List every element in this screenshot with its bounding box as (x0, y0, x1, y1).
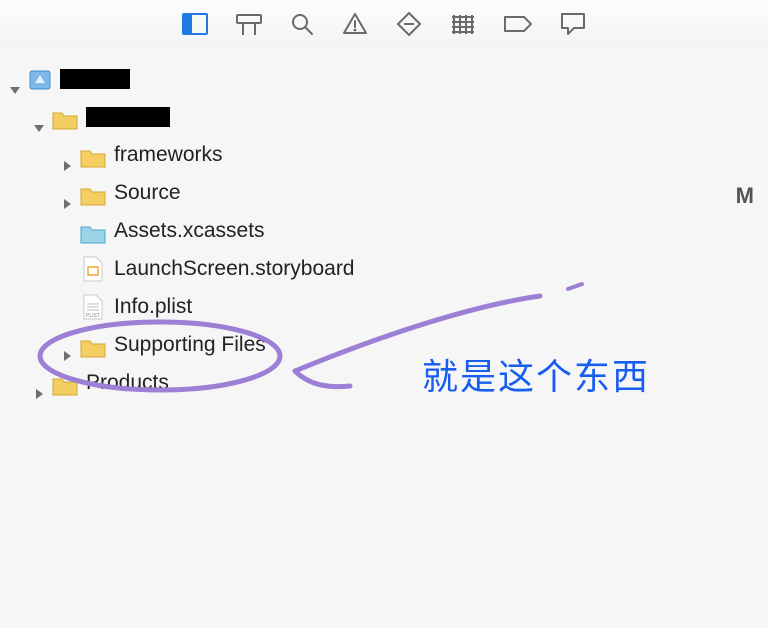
tree-row-frameworks[interactable]: frameworks (8, 136, 748, 174)
tree-row-products[interactable]: Products (8, 364, 748, 402)
launchscreen-label: LaunchScreen.storyboard (114, 250, 355, 288)
tree-row-launchscreen[interactable]: LaunchScreen.storyboard (8, 250, 748, 288)
folder-icon (52, 106, 78, 128)
tree-row-group[interactable] (8, 98, 748, 136)
issue-navigator-icon[interactable] (342, 12, 368, 36)
xcodeproj-icon (28, 67, 52, 91)
source-control-modified-badge: M (736, 183, 754, 209)
infoplist-label: Info.plist (114, 288, 192, 326)
storyboard-file-icon (83, 256, 103, 282)
assets-label: Assets.xcassets (114, 212, 265, 250)
project-navigator-icon[interactable] (182, 13, 208, 35)
supporting-label: Supporting Files (114, 326, 266, 364)
tree-row-infoplist[interactable]: PLIST Info.plist (8, 288, 748, 326)
disclosure-down-icon[interactable] (32, 110, 46, 124)
products-label: Products (86, 364, 169, 402)
folder-icon (80, 144, 106, 166)
assets-folder-icon (80, 220, 106, 242)
symbol-navigator-icon[interactable] (236, 13, 262, 35)
svg-text:PLIST: PLIST (86, 313, 100, 319)
folder-icon (80, 182, 106, 204)
project-navigator-area: frameworks Source Assets.xcassets (0, 48, 768, 628)
report-navigator-icon[interactable] (560, 12, 586, 36)
find-navigator-icon[interactable] (290, 12, 314, 36)
plist-file-icon: PLIST (83, 294, 103, 320)
tree-row-source[interactable]: Source (8, 174, 748, 212)
disclosure-right-icon[interactable] (60, 148, 74, 162)
disclosure-right-icon[interactable] (32, 376, 46, 390)
tree-row-assets[interactable]: Assets.xcassets (8, 212, 748, 250)
disclosure-right-icon[interactable] (60, 186, 74, 200)
debug-navigator-icon[interactable] (450, 13, 476, 35)
frameworks-label: frameworks (114, 136, 223, 174)
test-navigator-icon[interactable] (396, 11, 422, 37)
breakpoint-navigator-icon[interactable] (504, 15, 532, 33)
folder-icon (80, 334, 106, 356)
tree-row-supporting[interactable]: Supporting Files (8, 326, 748, 364)
source-label: Source (114, 174, 181, 212)
group-name-redacted (86, 107, 170, 127)
tree-row-project[interactable] (8, 60, 748, 98)
disclosure-right-icon[interactable] (60, 338, 74, 352)
disclosure-down-icon[interactable] (8, 72, 22, 86)
folder-icon (52, 372, 78, 394)
navigator-toolbar (0, 0, 768, 49)
project-name-redacted (60, 69, 130, 89)
